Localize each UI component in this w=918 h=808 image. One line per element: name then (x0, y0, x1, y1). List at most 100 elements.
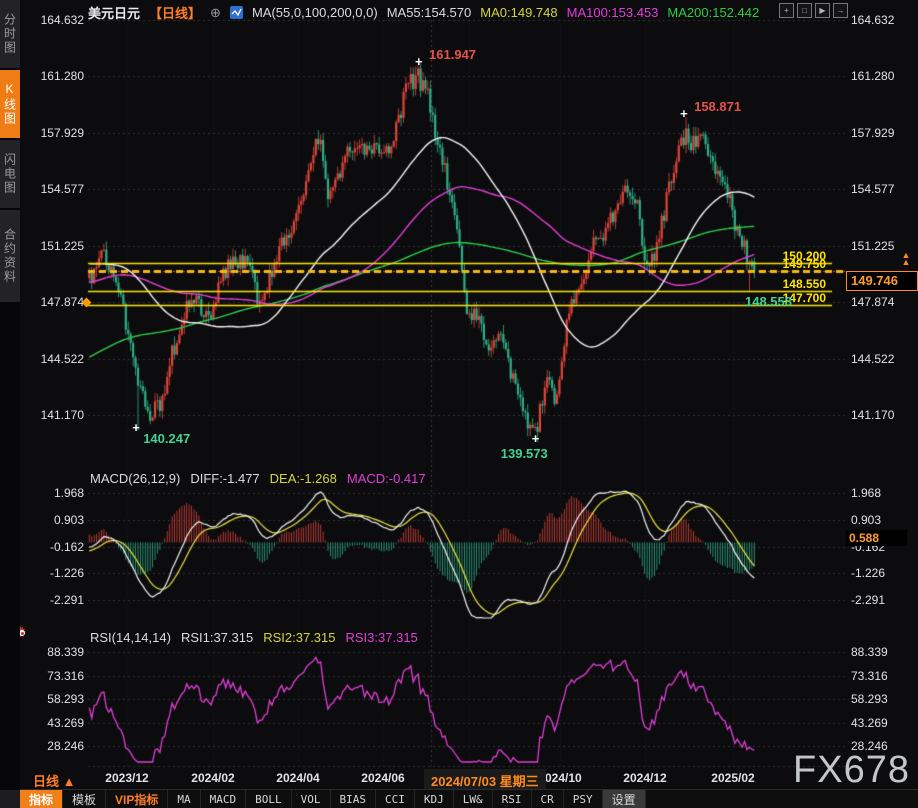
macd-macd-value: MACD:-0.417 (347, 471, 426, 486)
main-y-axis-label: 157.929 (851, 126, 894, 140)
macd-crosshair-value: 0.588 (846, 530, 907, 546)
toolbar-item-VOL[interactable]: VOL (292, 790, 331, 808)
main-y-axis-label: 164.632 (34, 13, 84, 27)
last-price-box: 149.746 (846, 271, 918, 291)
main-y-axis-label: 151.225 (851, 239, 894, 253)
period-selector[interactable]: 日线 ▲ (33, 771, 76, 790)
extreme-cross-marker: + (132, 421, 140, 435)
time-axis: 日线 ▲ 2023/122024/022024/042024/062024/10… (20, 768, 918, 790)
ma0-value: MA0:149.748 (480, 5, 557, 20)
high-price-annotation: 161.947 (429, 48, 476, 62)
toolbar-item-BOLL[interactable]: BOLL (246, 790, 292, 808)
toolbar-item-CR[interactable]: CR (532, 790, 564, 808)
left-sidebar: 分时图K线图闪电图合约资料 (0, 0, 20, 808)
macd-y-axis-label: -1.226 (851, 566, 885, 580)
toolbar-item-设置[interactable]: 设置 (603, 790, 646, 808)
date-tick: 2024/02 (191, 771, 234, 785)
main-y-axis-label: 144.522 (851, 352, 894, 366)
crosshair-icon[interactable]: + (779, 3, 794, 18)
price-level-label[interactable]: 148.550 (760, 277, 826, 291)
price-chart-canvas[interactable] (0, 0, 918, 808)
ma55-value: MA55:154.570 (387, 5, 472, 20)
toolbar-item-指标[interactable]: 指标 (20, 790, 63, 808)
toolbar-item-LW&[interactable]: LW& (454, 790, 493, 808)
main-y-axis-label: 147.874 (34, 295, 84, 309)
chart-tools: +□▶→ (779, 3, 848, 18)
rsi-header: RSI(14,14,14) RSI1:37.315 RSI2:37.315 RS… (90, 630, 418, 645)
price-level-label[interactable]: 149.750 (760, 257, 826, 271)
main-y-axis-label: 161.280 (851, 69, 894, 83)
toolbar-item-MA[interactable]: MA (168, 790, 200, 808)
macd-y-axis-label: -2.291 (30, 593, 84, 607)
sidebar-tabs: 分时图K线图闪电图合约资料 (0, 0, 20, 302)
rsi-y-axis-label: 88.339 (30, 645, 84, 659)
rsi-y-axis-label: 43.269 (30, 716, 84, 730)
symbol-title: 美元日元 (88, 3, 140, 22)
rsi-y-axis-label: 28.246 (30, 739, 84, 753)
macd-y-axis-label: -1.226 (30, 566, 84, 580)
sidebar-tab-2[interactable]: K线图 (0, 70, 20, 138)
low-price-annotation: 139.573 (501, 447, 548, 461)
sidebar-tab-1[interactable]: 分时图 (0, 0, 20, 68)
rsi-y-axis-label: 88.339 (851, 645, 888, 659)
toolbar-item-BIAS[interactable]: BIAS (331, 790, 377, 808)
rsi-y-axis-label: 73.316 (30, 669, 84, 683)
main-y-axis-label: 151.225 (34, 239, 84, 253)
toolbar-item-PSY[interactable]: PSY (564, 790, 603, 808)
macd-y-axis-label: 1.968 (30, 486, 84, 500)
rsi-y-axis-label: 58.293 (30, 692, 84, 706)
macd-y-axis-label: 0.903 (30, 513, 84, 527)
extreme-cross-marker: + (680, 107, 688, 121)
chart-header: 美元日元 【日线】 ⊕ MA(55,0,100,200,0,0) MA55:15… (88, 3, 759, 22)
macd-y-axis-label: 1.968 (851, 486, 881, 500)
macd-title: MACD(26,12,9) (90, 471, 180, 486)
rsi2-value: RSI2:37.315 (263, 630, 335, 645)
low-price-annotation: 140.247 (143, 432, 190, 446)
rsi-y-axis-label: 43.269 (851, 716, 888, 730)
indicator-toolbar: 指标模板VIP指标MAMACDBOLLVOLBIASCCIKDJLW&RSICR… (20, 789, 918, 808)
rsi1-value: RSI1:37.315 (181, 630, 253, 645)
macd-header: MACD(26,12,9) DIFF:-1.477 DEA:-1.268 MAC… (90, 471, 426, 486)
date-tick: 2023/12 (105, 771, 148, 785)
toolbar-item-CCI[interactable]: CCI (376, 790, 415, 808)
main-y-axis-label: 141.170 (851, 408, 894, 422)
macd-y-axis-label: -0.162 (30, 540, 84, 554)
ma-params: MA(55,0,100,200,0,0) (252, 5, 378, 20)
main-y-axis-label: 161.280 (34, 69, 84, 83)
extreme-cross-marker: + (532, 432, 540, 446)
macd-y-axis-label: 0.903 (851, 513, 881, 527)
main-y-axis-label: 154.577 (851, 182, 894, 196)
toolbar-item-模板[interactable]: 模板 (63, 790, 106, 808)
date-tick: 2025/02 (711, 771, 754, 785)
main-y-axis-label: 154.577 (34, 182, 84, 196)
price-up-arrows-icon: ▲▲ (898, 252, 914, 266)
rsi-y-axis-label: 73.316 (851, 669, 888, 683)
main-y-axis-label: 144.522 (34, 352, 84, 366)
toolbar-item-VIP指标[interactable]: VIP指标 (106, 790, 168, 808)
rsi3-value: RSI3:37.315 (346, 630, 418, 645)
period-tag[interactable]: 【日线】 (149, 3, 201, 22)
macd-dea-value: DEA:-1.268 (270, 471, 337, 486)
rsi-y-axis-label: 58.293 (851, 692, 888, 706)
chart-app: 分时图K线图闪电图合约资料 美元日元 【日线】 ⊕ MA(55,0,100,20… (0, 0, 918, 808)
ma100-value: MA100:153.453 (567, 5, 659, 20)
sidebar-footer (0, 790, 20, 808)
shift-right-icon[interactable]: → (833, 3, 848, 18)
extreme-cross-marker: + (415, 55, 423, 69)
date-tick: 2024/04 (276, 771, 319, 785)
toolbar-item-MACD[interactable]: MACD (201, 790, 247, 808)
high-price-annotation: 158.871 (694, 100, 741, 114)
low-price-annotation: 148.558 (692, 295, 792, 309)
toolbar-item-RSI[interactable]: RSI (493, 790, 532, 808)
macd-diff-value: DIFF:-1.477 (190, 471, 259, 486)
main-y-axis-label: 157.929 (34, 126, 84, 140)
kline-icon (230, 6, 243, 19)
date-tick: 2024/12 (623, 771, 666, 785)
sidebar-tab-4[interactable]: 合约资料 (0, 210, 20, 302)
axis-scale-icon[interactable]: □ (797, 3, 812, 18)
playback-icon[interactable]: ▶ (815, 3, 830, 18)
toolbar-item-KDJ[interactable]: KDJ (415, 790, 454, 808)
sidebar-tab-3[interactable]: 闪电图 (0, 140, 20, 208)
expand-icon[interactable]: ⊕ (210, 5, 221, 21)
main-y-axis-label: 164.632 (851, 13, 894, 27)
